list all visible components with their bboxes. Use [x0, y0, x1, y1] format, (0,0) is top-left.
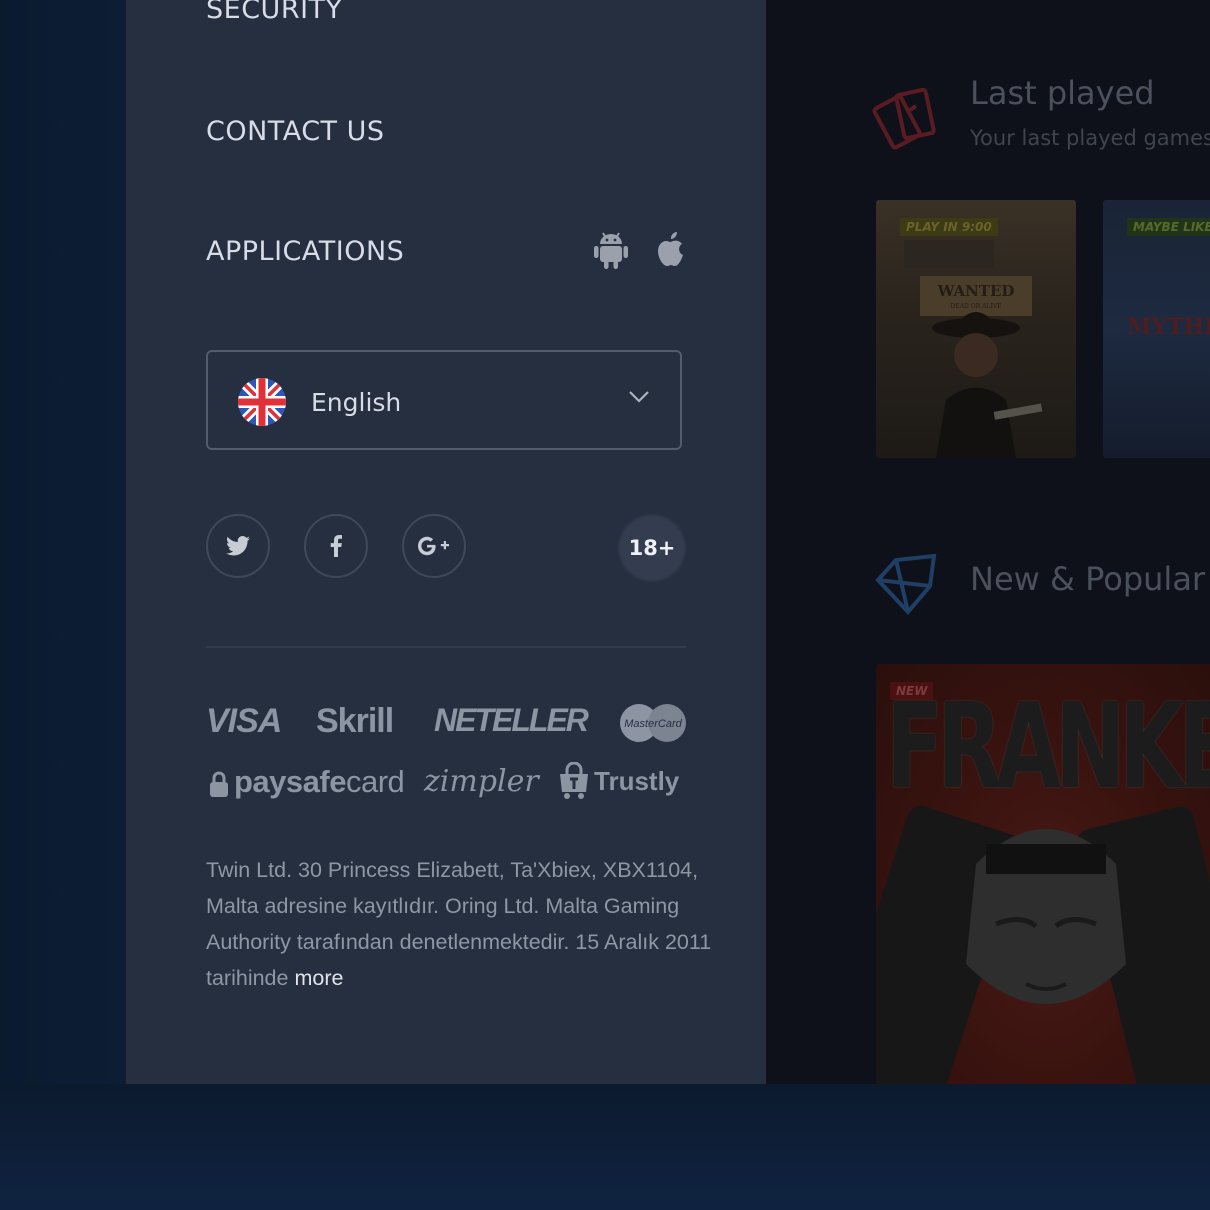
menu-item-security[interactable]: SECURITY	[206, 0, 343, 25]
paysafe-text: paysafe	[234, 764, 346, 799]
neteller-logo: NETELLER	[434, 702, 589, 738]
game-tile-frankenstein[interactable]: NEW FRANKENSTEIN	[876, 664, 1210, 1084]
language-select[interactable]: English	[206, 350, 682, 450]
legal-body: Twin Ltd. 30 Princess Elizabett, Ta'Xbie…	[206, 858, 712, 990]
google-plus-icon	[418, 536, 449, 556]
side-menu-panel: SECURITY CONTACT US APPLICATIONS English…	[126, 0, 766, 1084]
twitter-button[interactable]	[206, 514, 270, 578]
trustly-text: Trustly	[594, 765, 680, 796]
mastercard-logo: MasterCard	[620, 704, 686, 742]
facebook-button[interactable]	[304, 514, 368, 578]
more-link[interactable]: more	[294, 966, 343, 990]
last-played-subtitle: Your last played games	[970, 126, 1210, 150]
google-plus-button[interactable]	[402, 514, 466, 578]
last-played-title: Last played	[970, 74, 1155, 112]
menu-item-applications[interactable]: APPLICATIONS	[206, 236, 404, 267]
wanted-artwork: WANTED DEAD OR ALIVE	[904, 240, 1043, 458]
cards-icon	[872, 87, 936, 150]
new-popular-title: New & Popular	[970, 560, 1206, 598]
game-tile-mythic[interactable]: MAYBE LIKE MYTHIC	[1103, 200, 1210, 458]
shopping-bag-icon	[560, 762, 588, 799]
divider	[206, 646, 686, 648]
legal-text: Twin Ltd. 30 Princess Elizabett, Ta'Xbie…	[206, 852, 726, 996]
page-background-band	[0, 1084, 1210, 1210]
apple-icon[interactable]	[654, 230, 688, 274]
skrill-logo: Skrill	[316, 702, 394, 740]
uk-flag-icon	[238, 378, 286, 426]
menu-item-contact-us[interactable]: CONTACT US	[206, 116, 385, 147]
paysafe-card-text: card	[345, 764, 405, 799]
visa-logo: VISA	[206, 702, 282, 740]
age-restriction-badge: 18+	[618, 514, 686, 582]
chevron-down-icon	[629, 391, 649, 403]
game-tile-wanted[interactable]: PLAY IN 9:00 WANTED DEAD OR ALIVE	[876, 200, 1076, 458]
game-title: WANTED	[937, 282, 1015, 300]
game-title: MYTHIC	[1127, 314, 1210, 340]
zimpler-logo: zimpler	[424, 764, 539, 799]
paysafecard-logo: paysafecard	[210, 764, 405, 800]
game-subtitle: DEAD OR ALIVE	[951, 303, 1002, 310]
android-icon[interactable]	[594, 230, 628, 274]
facebook-icon	[330, 535, 342, 557]
game-badge: MAYBE LIKE	[1127, 218, 1210, 236]
svg-text:MasterCard: MasterCard	[624, 718, 682, 730]
language-label: English	[311, 388, 402, 417]
trustly-logo: Trustly	[558, 762, 679, 800]
twitter-icon	[226, 536, 250, 556]
frankenstein-artwork	[876, 805, 1210, 1084]
diamond-icon	[875, 553, 937, 616]
main-content-overlay: Last played Your last played games PLAY …	[766, 0, 1210, 1084]
lock-icon	[210, 771, 228, 797]
